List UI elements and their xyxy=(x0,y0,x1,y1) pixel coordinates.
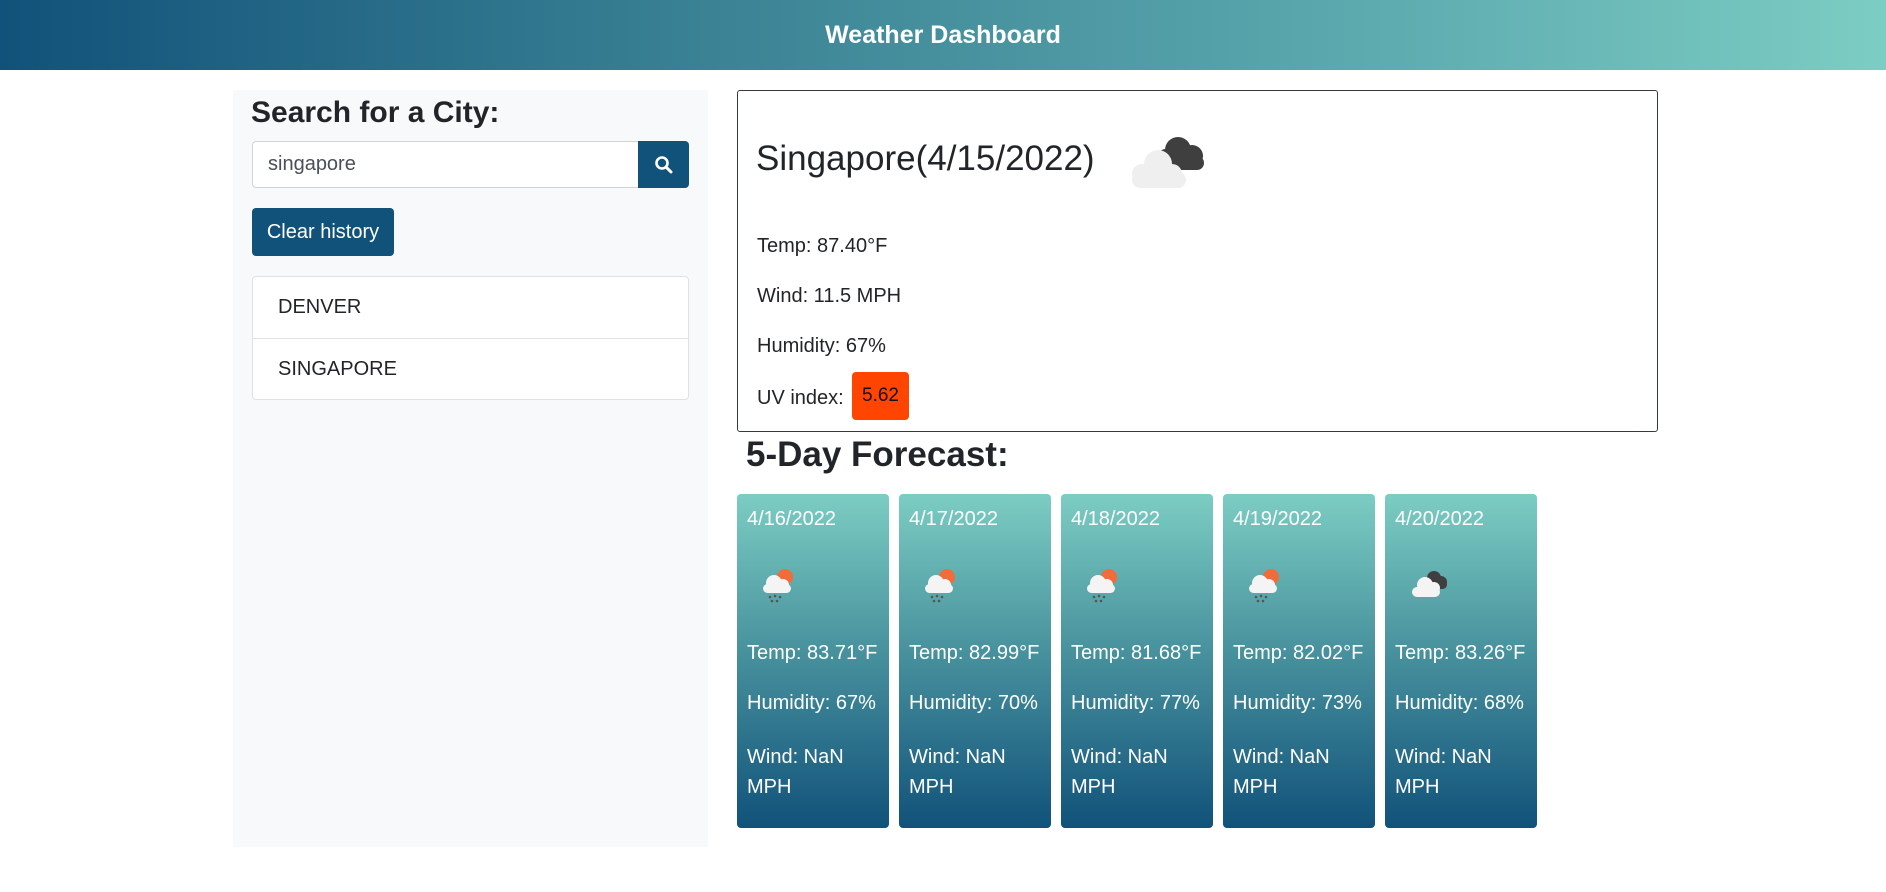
forecast-wind: Wind: NaN MPH xyxy=(1233,746,1330,798)
history-item-singapore[interactable]: SINGAPORE xyxy=(253,338,688,399)
cloudy-icon xyxy=(1412,571,1447,597)
forecast-humidity: Humidity: 70% xyxy=(909,692,1038,714)
search-icon xyxy=(654,155,672,173)
forecast-card: 4/20/2022 Temp: 83.26°F Humidity: 68% Wi… xyxy=(1385,494,1537,828)
forecast-card: 4/18/2022 Temp: 81.68°F Humidity: 77% Wi… xyxy=(1061,494,1213,828)
forecast-temp: Temp: 81.68°F xyxy=(1071,642,1202,664)
forecast-card: 4/16/2022 Temp: 83.71°F Humidity: 67% Wi… xyxy=(737,494,889,828)
forecast-wind: Wind: NaN MPH xyxy=(1071,746,1168,798)
forecast-date: 4/18/2022 xyxy=(1071,508,1160,530)
forecast-temp: Temp: 82.02°F xyxy=(1233,642,1364,664)
forecast-wind: Wind: NaN MPH xyxy=(747,746,844,798)
uv-index-badge: 5.62 xyxy=(852,372,909,420)
search-sidebar: Search for a City: Clear history DENVER … xyxy=(233,90,708,847)
uv-index-label: UV index: xyxy=(757,387,844,409)
forecast-wind: Wind: NaN MPH xyxy=(909,746,1006,798)
forecast-card: 4/17/2022 Temp: 82.99°F Humidity: 70% Wi… xyxy=(899,494,1051,828)
cloudy-icon xyxy=(1132,137,1204,188)
current-city-title: Singapore(4/15/2022) xyxy=(756,139,1095,178)
forecast-temp: Temp: 83.71°F xyxy=(747,642,878,664)
current-wind: Wind: 11.5 MPH xyxy=(757,285,902,307)
rain-sun-icon xyxy=(1087,569,1117,603)
current-weather-card: Singapore(4/15/2022) Temp: 87.40°F Wind:… xyxy=(737,90,1658,432)
forecast-date: 4/17/2022 xyxy=(909,508,998,530)
forecast-card: 4/19/2022 Temp: 82.02°F Humidity: 73% Wi… xyxy=(1223,494,1375,828)
current-humidity: Humidity: 67% xyxy=(757,335,886,357)
rain-sun-icon xyxy=(763,569,793,603)
city-search-input[interactable] xyxy=(252,141,638,188)
search-button[interactable] xyxy=(638,141,689,188)
forecast-date: 4/16/2022 xyxy=(747,508,836,530)
clear-history-button[interactable]: Clear history xyxy=(252,208,394,256)
forecast-temp: Temp: 82.99°F xyxy=(909,642,1040,664)
forecast-humidity: Humidity: 77% xyxy=(1071,692,1200,714)
app-header: Weather Dashboard xyxy=(0,0,1886,70)
current-temp: Temp: 87.40°F xyxy=(757,235,888,257)
forecast-humidity: Humidity: 67% xyxy=(747,692,876,714)
forecast-temp: Temp: 83.26°F xyxy=(1395,642,1526,664)
search-history-list: DENVER SINGAPORE xyxy=(252,276,689,400)
forecast-heading: 5-Day Forecast: xyxy=(746,435,1009,474)
search-heading: Search for a City: xyxy=(251,96,500,129)
history-item-denver[interactable]: DENVER xyxy=(253,277,688,338)
forecast-date: 4/20/2022 xyxy=(1395,508,1484,530)
forecast-date: 4/19/2022 xyxy=(1233,508,1322,530)
rain-sun-icon xyxy=(1249,569,1279,603)
app-title: Weather Dashboard xyxy=(825,20,1061,49)
rain-sun-icon xyxy=(925,569,955,603)
forecast-humidity: Humidity: 73% xyxy=(1233,692,1362,714)
forecast-humidity: Humidity: 68% xyxy=(1395,692,1524,714)
forecast-wind: Wind: NaN MPH xyxy=(1395,746,1492,798)
